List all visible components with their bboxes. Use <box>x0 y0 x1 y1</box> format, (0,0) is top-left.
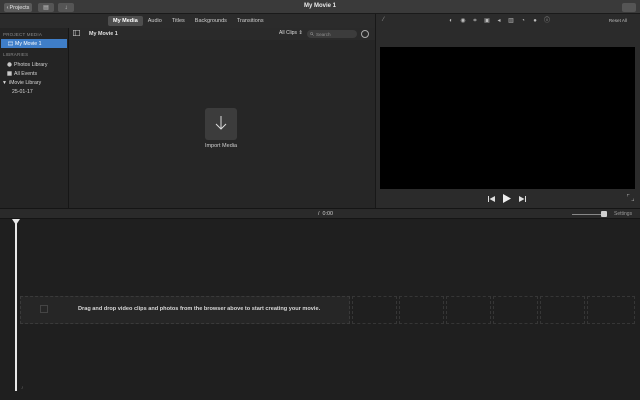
import-media-button[interactable] <box>205 108 237 140</box>
timecode-value: 0:00 <box>322 211 334 217</box>
sidebar-item-imovie-library[interactable]: ▼ iMovie Library <box>0 78 68 87</box>
play-icon[interactable] <box>503 194 511 205</box>
volume-icon[interactable]: ◂ <box>496 18 502 24</box>
tab-my-media[interactable]: My Media <box>108 16 143 26</box>
audio-icon: ♪ <box>21 385 24 391</box>
browser-toolbar: My Movie 1 All Clips ⇕ Search <box>69 28 375 40</box>
info-icon[interactable]: ⓘ <box>544 18 550 24</box>
video-viewer[interactable] <box>380 47 635 189</box>
sidebar: PROJECT MEDIA My Movie 1 LIBRARIES Photo… <box>0 28 69 208</box>
project-media-header: PROJECT MEDIA <box>3 32 43 37</box>
sidebar-item-label: iMovie Library <box>8 79 42 86</box>
star-icon <box>7 71 12 76</box>
stabilization-icon[interactable]: ▣ <box>484 18 490 24</box>
filter-icon[interactable]: ● <box>532 18 538 24</box>
sidebar-item-label: 25-01-17 <box>12 88 33 95</box>
sidebar-item-all-events[interactable]: All Events <box>0 69 68 78</box>
tab-backgrounds[interactable]: Backgrounds <box>190 16 232 26</box>
sidebar-item-my-movie[interactable]: My Movie 1 <box>1 39 67 48</box>
crop-icon[interactable]: ⌗ <box>472 18 478 24</box>
color-balance-icon[interactable]: ◐ <box>448 18 454 24</box>
magic-wand-icon[interactable]: ⁄ <box>383 17 384 23</box>
chevron-updown-icon: ⇕ <box>298 30 303 36</box>
clips-filter-select[interactable]: All Clips ⇕ <box>279 30 303 36</box>
sidebar-item-photos-library[interactable]: Photos Library <box>0 60 68 69</box>
film-icon <box>7 41 14 46</box>
sidebar-toggle-icon[interactable] <box>73 30 81 38</box>
noise-reduction-icon[interactable]: ▥ <box>508 18 514 24</box>
drop-slot <box>446 296 491 324</box>
gear-icon[interactable] <box>361 29 369 38</box>
drop-slot <box>399 296 444 324</box>
import-media-label: Import Media <box>204 143 238 149</box>
window-title: My Movie 1 <box>303 3 336 9</box>
media-browser: Import Media <box>69 40 375 208</box>
libraries-header: LIBRARIES <box>3 52 29 57</box>
disclosure-triangle-icon[interactable]: ▼ <box>2 80 7 86</box>
timeline-settings-button[interactable]: Settings <box>614 211 632 217</box>
skip-back-icon[interactable] <box>488 195 495 204</box>
search-icon <box>310 31 314 37</box>
tab-titles[interactable]: Titles <box>167 16 190 26</box>
sidebar-item-label: All Events <box>14 70 38 77</box>
reset-all-button[interactable]: Reset All <box>609 18 627 23</box>
speed-icon[interactable]: ◔ <box>520 18 526 24</box>
sidebar-item-event[interactable]: 25-01-17 <box>0 87 68 96</box>
tab-transitions[interactable]: Transitions <box>232 16 269 26</box>
timecode-separator: / <box>318 211 320 217</box>
clip-placeholder-icon <box>40 305 48 313</box>
viewer-panel: ⁄ ◐ ◉ ⌗ ▣ ◂ ▥ ◔ ● ⓘ Reset All <box>375 14 640 208</box>
zoom-slider-handle[interactable] <box>601 211 607 217</box>
drop-slot <box>587 296 635 324</box>
fullscreen-button[interactable] <box>622 3 636 12</box>
drop-slot <box>540 296 585 324</box>
playhead-handle[interactable] <box>12 219 20 225</box>
timeline-toolbar: / 0:00 Settings <box>0 208 640 219</box>
fullscreen-icon[interactable] <box>626 193 635 203</box>
drop-slot <box>352 296 397 324</box>
arrow-down-icon <box>214 115 228 133</box>
title-bar: ‹ Projects ▤ ↓ My Movie 1 <box>0 0 640 14</box>
drop-slot <box>493 296 538 324</box>
search-placeholder: Search <box>316 31 331 37</box>
browser-title: My Movie 1 <box>89 31 118 37</box>
tab-audio[interactable]: Audio <box>143 16 167 26</box>
tab-bar: My Media Audio Titles Backgrounds Transi… <box>0 14 375 28</box>
timecode: / 0:00 <box>318 211 333 217</box>
color-correction-icon[interactable]: ◉ <box>460 18 466 24</box>
timeline[interactable]: Drag and drop video clips and photos fro… <box>0 219 640 400</box>
sidebar-item-label: My Movie 1 <box>15 40 42 47</box>
playhead[interactable] <box>15 219 17 391</box>
search-input[interactable]: Search <box>307 30 357 38</box>
clips-filter-label: All Clips <box>279 30 298 36</box>
drop-hint: Drag and drop video clips and photos fro… <box>78 306 321 312</box>
photos-icon <box>7 62 12 67</box>
skip-forward-icon[interactable] <box>519 195 526 204</box>
sidebar-item-label: Photos Library <box>14 61 48 68</box>
